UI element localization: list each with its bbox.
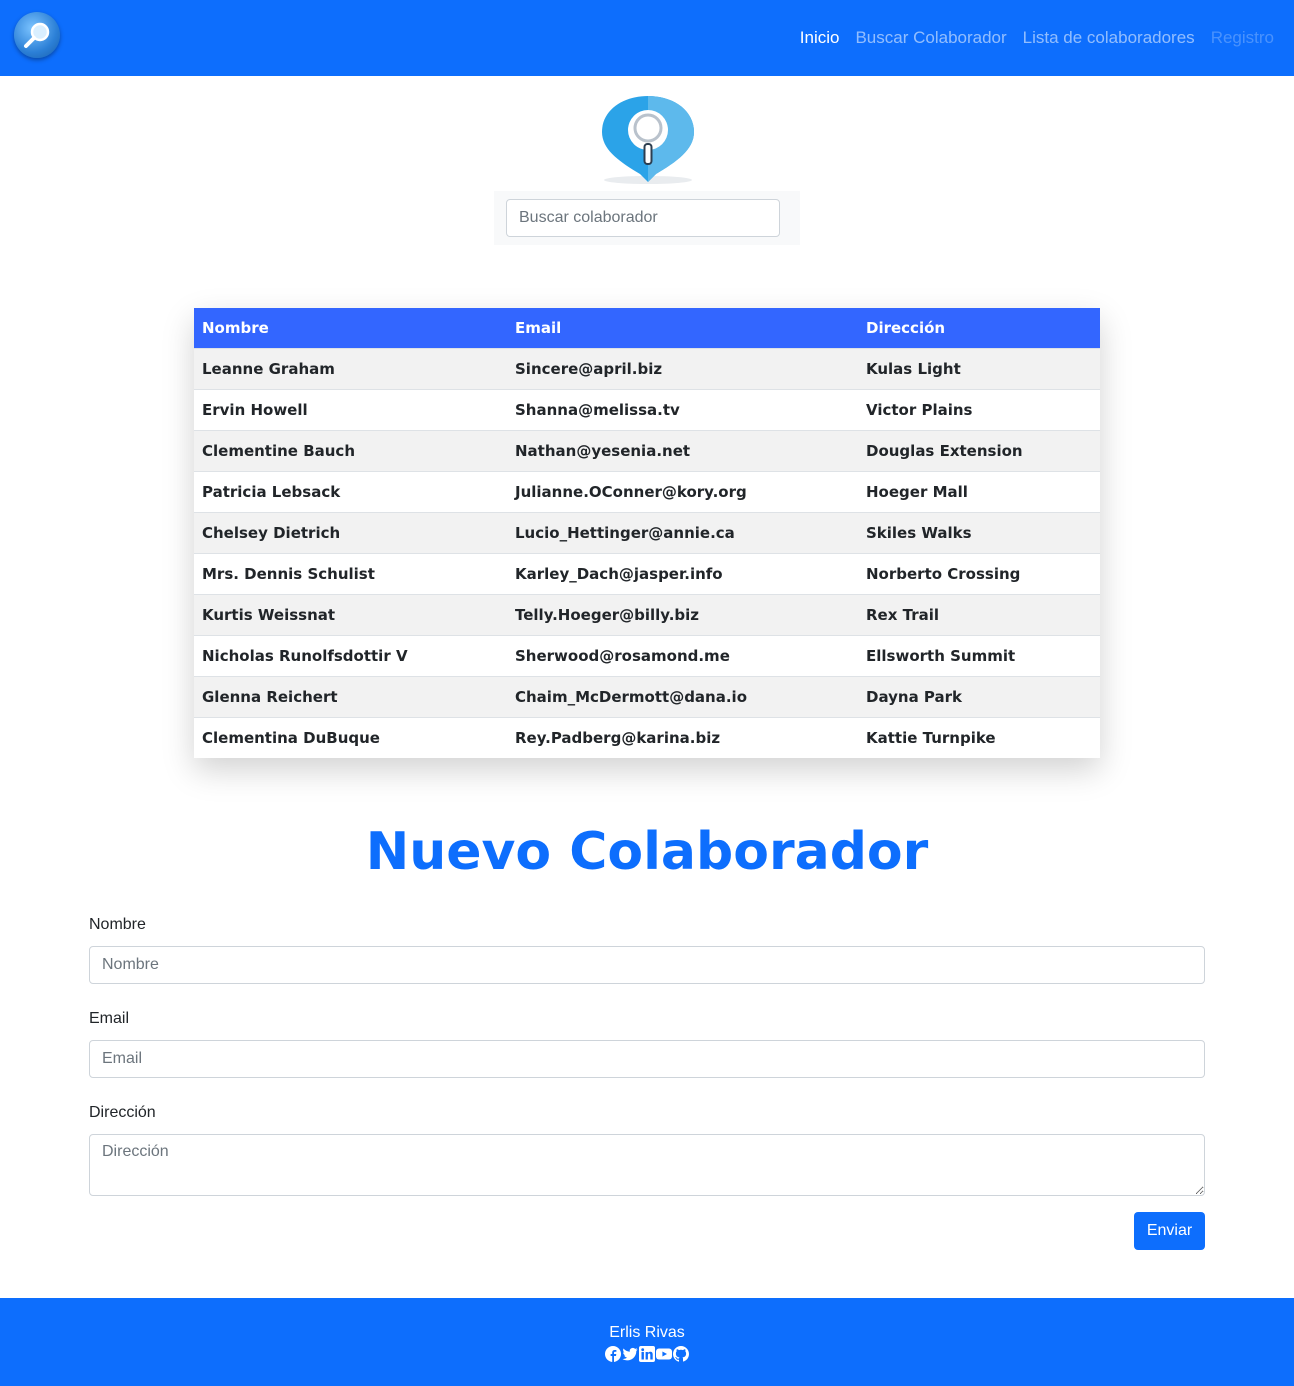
linkedin-icon[interactable] bbox=[639, 1346, 655, 1362]
footer: Erlis Rivas bbox=[0, 1298, 1294, 1386]
cell-direccion: Hoeger Mall bbox=[858, 470, 1100, 512]
nombre-label: Nombre bbox=[89, 916, 146, 933]
brand-logo[interactable] bbox=[14, 12, 60, 58]
nav-link-inicio[interactable]: Inicio bbox=[800, 28, 840, 48]
cell-direccion: Skiles Walks bbox=[858, 511, 1100, 553]
cell-nombre: Kurtis Weissnat bbox=[194, 593, 507, 635]
nombre-input[interactable] bbox=[89, 946, 1205, 984]
cell-nombre: Clementine Bauch bbox=[194, 429, 507, 471]
cell-email: Karley_Dach@jasper.info bbox=[507, 552, 858, 594]
cell-email: Telly.Hoeger@billy.biz bbox=[507, 593, 858, 635]
table-row: Leanne Graham Sincere@april.biz Kulas Li… bbox=[194, 347, 1100, 389]
cell-nombre: Clementina DuBuque bbox=[194, 716, 507, 758]
cell-email: Shanna@melissa.tv bbox=[507, 388, 858, 430]
form-title: Nuevo Colaborador bbox=[365, 822, 929, 882]
nav-links: Inicio Buscar Colaborador Lista de colab… bbox=[784, 0, 1274, 76]
table-row: Patricia Lebsack Julianne.OConner@kory.o… bbox=[194, 470, 1100, 512]
cell-direccion: Dayna Park bbox=[858, 675, 1100, 717]
table-row: Chelsey Dietrich Lucio_Hettinger@annie.c… bbox=[194, 511, 1100, 553]
table-row: Glenna Reichert Chaim_McDermott@dana.io … bbox=[194, 675, 1100, 717]
collaborators-table-card: Nombre Email Dirección Leanne Graham Sin… bbox=[194, 308, 1100, 758]
twitter-icon[interactable] bbox=[622, 1346, 638, 1362]
cell-nombre: Patricia Lebsack bbox=[194, 470, 507, 512]
cell-email: Sincere@april.biz bbox=[507, 347, 858, 389]
cell-nombre: Leanne Graham bbox=[194, 347, 507, 389]
cell-nombre: Glenna Reichert bbox=[194, 675, 507, 717]
cell-direccion: Victor Plains bbox=[858, 388, 1100, 430]
collaborators-table: Nombre Email Dirección Leanne Graham Sin… bbox=[194, 308, 1100, 758]
cell-email: Nathan@yesenia.net bbox=[507, 429, 858, 471]
email-input[interactable] bbox=[89, 1040, 1205, 1078]
nav-link-lista-colaboradores[interactable]: Lista de colaboradores bbox=[1023, 28, 1195, 48]
cell-direccion: Ellsworth Summit bbox=[858, 634, 1100, 676]
table-row: Clementine Bauch Nathan@yesenia.net Doug… bbox=[194, 429, 1100, 471]
email-label: Email bbox=[89, 1010, 130, 1027]
cell-direccion: Kulas Light bbox=[858, 347, 1100, 389]
table-header-row: Nombre Email Dirección bbox=[194, 308, 1100, 348]
cell-nombre: Mrs. Dennis Schulist bbox=[194, 552, 507, 594]
map-pin-search-icon bbox=[596, 94, 700, 186]
table-row: Mrs. Dennis Schulist Karley_Dach@jasper.… bbox=[194, 552, 1100, 594]
cell-email: Julianne.OConner@kory.org bbox=[507, 470, 858, 512]
nav-link-buscar-colaborador[interactable]: Buscar Colaborador bbox=[855, 28, 1006, 48]
column-header-email: Email bbox=[507, 308, 858, 348]
table-row: Clementina DuBuque Rey.Padberg@karina.bi… bbox=[194, 716, 1100, 758]
table-row: Ervin Howell Shanna@melissa.tv Victor Pl… bbox=[194, 388, 1100, 430]
cell-nombre: Chelsey Dietrich bbox=[194, 511, 507, 553]
cell-email: Chaim_McDermott@dana.io bbox=[507, 675, 858, 717]
cell-email: Sherwood@rosamond.me bbox=[507, 634, 858, 676]
nav-link-registro: Registro bbox=[1210, 28, 1274, 47]
submit-button[interactable]: Enviar bbox=[1134, 1212, 1205, 1250]
social-links bbox=[0, 1346, 1294, 1362]
cell-email: Lucio_Hettinger@annie.ca bbox=[507, 511, 858, 553]
magnifier-icon bbox=[24, 22, 50, 48]
direccion-label: Dirección bbox=[89, 1104, 156, 1121]
facebook-icon[interactable] bbox=[605, 1346, 621, 1362]
search-input[interactable] bbox=[506, 199, 780, 237]
cell-direccion: Rex Trail bbox=[858, 593, 1100, 635]
cell-direccion: Douglas Extension bbox=[858, 429, 1100, 471]
cell-nombre: Nicholas Runolfsdottir V bbox=[194, 634, 507, 676]
table-row: Kurtis Weissnat Telly.Hoeger@billy.biz R… bbox=[194, 593, 1100, 635]
cell-direccion: Kattie Turnpike bbox=[858, 716, 1100, 758]
column-header-direccion: Dirección bbox=[858, 308, 1100, 348]
cell-email: Rey.Padberg@karina.biz bbox=[507, 716, 858, 758]
cell-direccion: Norberto Crossing bbox=[858, 552, 1100, 594]
github-icon[interactable] bbox=[673, 1346, 689, 1362]
column-header-nombre: Nombre bbox=[194, 308, 507, 348]
navbar: Inicio Buscar Colaborador Lista de colab… bbox=[0, 0, 1294, 76]
cell-nombre: Ervin Howell bbox=[194, 388, 507, 430]
direccion-textarea[interactable] bbox=[89, 1134, 1205, 1196]
search-container bbox=[494, 191, 800, 245]
footer-author: Erlis Rivas bbox=[609, 1324, 685, 1341]
table-row: Nicholas Runolfsdottir V Sherwood@rosamo… bbox=[194, 634, 1100, 676]
youtube-icon[interactable] bbox=[656, 1346, 672, 1362]
